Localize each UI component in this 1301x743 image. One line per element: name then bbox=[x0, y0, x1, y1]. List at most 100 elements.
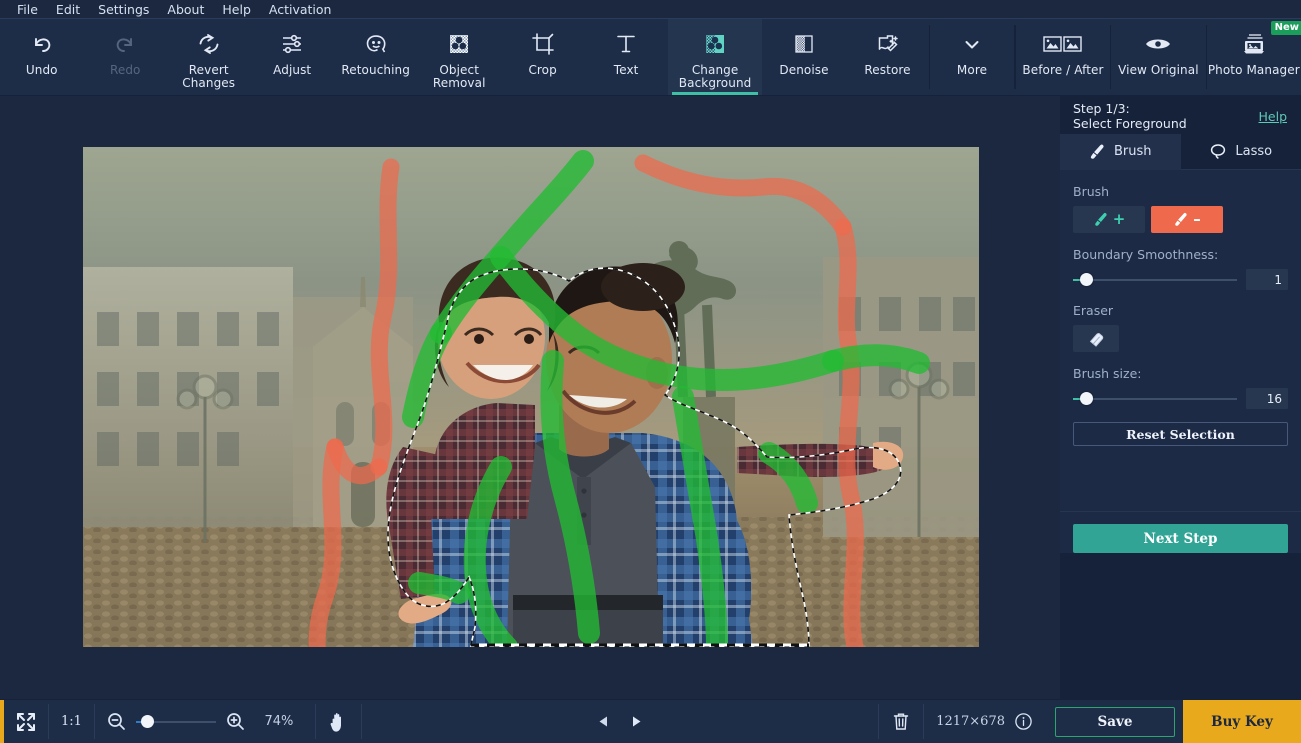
zoom-level-label: 74% bbox=[264, 714, 294, 729]
tool-revert-changes[interactable]: Revert Changes bbox=[167, 19, 250, 95]
tab-lasso[interactable]: Lasso bbox=[1180, 134, 1301, 170]
previous-image-icon[interactable] bbox=[595, 713, 612, 730]
photo-manager-icon bbox=[1239, 27, 1269, 61]
hand-tool-icon bbox=[330, 712, 341, 732]
menu-item-settings[interactable]: Settings bbox=[89, 0, 158, 19]
reset-selection-button[interactable]: Reset Selection bbox=[1073, 422, 1288, 446]
face-icon bbox=[363, 27, 389, 61]
panel-footer: Next Step bbox=[1060, 511, 1301, 553]
zoom-out-icon[interactable] bbox=[107, 712, 126, 731]
boundary-smoothness-row: 1 bbox=[1073, 269, 1288, 290]
tool-undo[interactable]: Undo bbox=[0, 19, 83, 95]
main-toolbar: Undo Redo Revert Changes Adjust Retouchi… bbox=[0, 19, 1301, 96]
brush-size-slider[interactable] bbox=[1073, 392, 1237, 406]
lasso-icon bbox=[1209, 143, 1227, 160]
slider-knob[interactable] bbox=[1080, 273, 1094, 286]
tool-restore[interactable]: Restore bbox=[846, 19, 929, 95]
zoom-controls: 74% bbox=[95, 700, 315, 743]
brush-remove-button[interactable]: – bbox=[1151, 206, 1223, 233]
save-button[interactable]: Save bbox=[1055, 706, 1175, 737]
zoom-in-icon[interactable] bbox=[226, 712, 245, 731]
bottom-bar: 1:1 74% 1217×678 Save Buy Key bbox=[0, 699, 1301, 743]
restore-icon bbox=[875, 27, 901, 61]
crop-icon bbox=[530, 27, 556, 61]
change-background-icon bbox=[702, 27, 728, 61]
brush-add-sign: + bbox=[1112, 210, 1126, 228]
tool-before-after-label: Before / After bbox=[1022, 63, 1104, 77]
boundary-smoothness-value[interactable]: 1 bbox=[1246, 269, 1288, 290]
edited-photo[interactable] bbox=[83, 147, 979, 647]
brush-add-button[interactable]: + bbox=[1073, 206, 1145, 233]
tool-adjust-label: Adjust bbox=[273, 63, 312, 77]
zoom-slider[interactable] bbox=[135, 715, 216, 729]
info-icon[interactable] bbox=[1014, 712, 1033, 731]
denoise-icon bbox=[791, 27, 817, 61]
eraser-icon bbox=[1089, 333, 1103, 347]
tool-denoise-label: Denoise bbox=[779, 63, 829, 77]
next-image-icon[interactable] bbox=[628, 713, 645, 730]
tool-view-original[interactable]: View Original bbox=[1111, 19, 1205, 95]
tool-before-after[interactable]: Before / After bbox=[1016, 19, 1110, 95]
eraser-label: Eraser bbox=[1073, 303, 1114, 318]
eye-icon bbox=[1143, 27, 1173, 61]
next-step-button[interactable]: Next Step bbox=[1073, 524, 1288, 553]
menu-bar: File Edit Settings About Help Activation bbox=[0, 0, 1301, 19]
tool-crop[interactable]: Crop bbox=[501, 19, 584, 95]
tab-brush-label: Brush bbox=[1113, 144, 1152, 159]
delete-image-button[interactable] bbox=[879, 700, 923, 743]
canvas-area[interactable] bbox=[0, 96, 1061, 699]
tool-more-label: More bbox=[956, 63, 988, 77]
boundary-smoothness-slider[interactable] bbox=[1073, 273, 1237, 287]
panel-tabs: Brush Lasso bbox=[1060, 134, 1301, 170]
step-line-1: Step 1/3: bbox=[1073, 101, 1130, 116]
slider-track bbox=[1073, 278, 1237, 281]
undo-icon bbox=[29, 27, 55, 61]
panel-body: Brush + – Boundary Smoothness: 1 Eraser … bbox=[1060, 170, 1301, 511]
brush-size-row: 16 bbox=[1073, 388, 1288, 409]
bottom-spacer-left bbox=[362, 700, 583, 743]
slider-knob[interactable] bbox=[1080, 392, 1094, 405]
tool-object-removal[interactable]: Object Removal bbox=[417, 19, 500, 95]
tool-text[interactable]: Text bbox=[584, 19, 667, 95]
zoom-knob[interactable] bbox=[141, 715, 155, 728]
tool-retouching[interactable]: Retouching bbox=[334, 19, 417, 95]
eraser-button[interactable] bbox=[1073, 325, 1119, 352]
brush-mode-buttons: + – bbox=[1073, 206, 1288, 233]
brush-size-value[interactable]: 16 bbox=[1246, 388, 1288, 409]
brush-icon bbox=[1089, 143, 1106, 160]
tool-photo-manager[interactable]: New Photo Manager bbox=[1207, 19, 1301, 95]
tool-revert-changes-label: Revert Changes bbox=[182, 63, 236, 90]
help-link[interactable]: Help bbox=[1259, 109, 1288, 124]
brush-remove-sign: – bbox=[1193, 210, 1201, 228]
menu-item-about[interactable]: About bbox=[158, 0, 213, 19]
side-panel: Step 1/3: Select Foreground Help Brush L… bbox=[1060, 96, 1301, 699]
slider-track bbox=[1073, 397, 1237, 400]
hand-tool-button[interactable] bbox=[316, 700, 361, 743]
menu-item-file[interactable]: File bbox=[8, 0, 47, 19]
tool-adjust[interactable]: Adjust bbox=[250, 19, 333, 95]
text-icon bbox=[613, 27, 639, 61]
redo-icon bbox=[112, 27, 138, 61]
actual-size-label: 1:1 bbox=[61, 714, 82, 729]
tool-more[interactable]: More bbox=[930, 19, 1013, 95]
photo-editor-window: File Edit Settings About Help Activation… bbox=[0, 0, 1301, 743]
tool-undo-label: Undo bbox=[25, 63, 58, 77]
tool-change-background[interactable]: Change Background bbox=[667, 19, 763, 95]
tool-denoise[interactable]: Denoise bbox=[762, 19, 845, 95]
image-dimensions: 1217×678 bbox=[936, 714, 1005, 729]
tool-redo[interactable]: Redo bbox=[83, 19, 166, 95]
menu-item-edit[interactable]: Edit bbox=[47, 0, 89, 19]
tab-brush[interactable]: Brush bbox=[1060, 134, 1181, 170]
menu-item-help[interactable]: Help bbox=[213, 0, 260, 19]
object-removal-icon bbox=[446, 27, 472, 61]
tool-object-removal-label: Object Removal bbox=[432, 63, 486, 90]
menu-item-activation[interactable]: Activation bbox=[260, 0, 341, 19]
buy-key-button[interactable]: Buy Key bbox=[1183, 700, 1301, 743]
tool-crop-label: Crop bbox=[528, 63, 557, 77]
tool-redo-label: Redo bbox=[109, 63, 141, 77]
brush-add-glyph bbox=[1094, 212, 1107, 226]
boundary-smoothness-label: Boundary Smoothness: bbox=[1073, 247, 1219, 262]
actual-size-button[interactable]: 1:1 bbox=[49, 700, 94, 743]
brush-section-label: Brush bbox=[1073, 184, 1110, 199]
fit-to-screen-button[interactable] bbox=[4, 700, 48, 743]
